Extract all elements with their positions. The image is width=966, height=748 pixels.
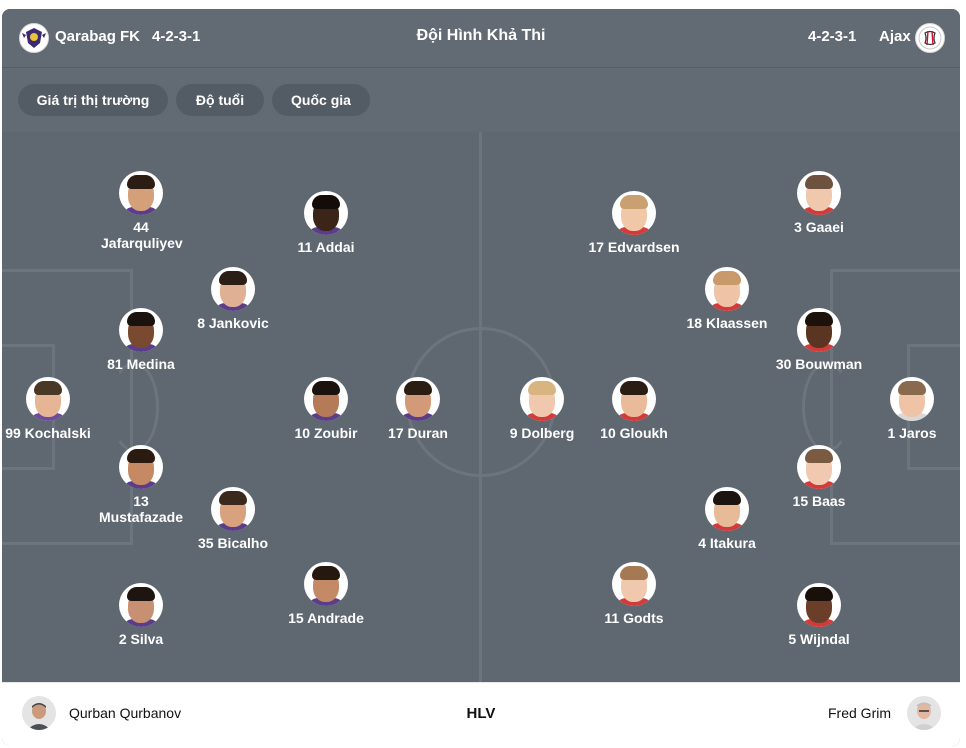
player-away-10[interactable]: 11 Godts xyxy=(574,562,694,626)
player-avatar xyxy=(705,487,749,531)
player-away-11[interactable]: 9 Dolberg xyxy=(482,377,602,441)
player-avatar xyxy=(211,267,255,311)
coach-label: HLV xyxy=(466,705,496,722)
player-avatar xyxy=(612,191,656,235)
tab-nationality[interactable]: Quốc gia xyxy=(272,84,370,116)
player-name: 44 Jafarquliyev xyxy=(101,219,183,251)
ajax-crest-icon[interactable] xyxy=(915,23,945,53)
player-avatar xyxy=(890,377,934,421)
player-name: 17 Edvardsen xyxy=(588,239,680,255)
away-coach-name[interactable]: Fred Grim xyxy=(828,705,891,721)
tab-age[interactable]: Độ tuổi xyxy=(176,84,264,116)
player-home-10[interactable]: 15 Andrade xyxy=(266,562,386,626)
player-name: 30 Bouwman xyxy=(775,356,863,372)
player-avatar xyxy=(304,377,348,421)
player-avatar xyxy=(119,583,163,627)
filter-tabs: Giá trị thị trường Độ tuổi Quốc gia xyxy=(2,68,960,132)
player-name: 5 Wijndal xyxy=(788,631,850,647)
away-coach-avatar[interactable] xyxy=(907,696,941,730)
player-avatar xyxy=(119,171,163,215)
player-name: 11 Addai xyxy=(297,239,355,255)
player-home-6[interactable]: 8 Jankovic xyxy=(173,267,293,331)
lineup-header: Qarabag FK 4-2-3-1 Đội Hình Khả Thi 4-2-… xyxy=(2,9,960,68)
player-home-11[interactable]: 17 Duran xyxy=(358,377,478,441)
player-name: 35 Bicalho xyxy=(197,535,269,551)
player-name: 81 Medina xyxy=(107,356,175,372)
player-avatar xyxy=(119,445,163,489)
player-name: 15 Andrade xyxy=(288,610,364,626)
player-avatar xyxy=(520,377,564,421)
player-name: 99 Kochalski xyxy=(5,425,91,441)
player-name: 4 Itakura xyxy=(698,535,756,551)
player-avatar xyxy=(612,377,656,421)
player-away-5[interactable]: 5 Wijndal xyxy=(759,583,879,647)
player-away-2[interactable]: 3 Gaaei xyxy=(759,171,879,235)
player-name: 2 Silva xyxy=(118,631,164,647)
player-name: 9 Dolberg xyxy=(509,425,575,441)
tab-market-value[interactable]: Giá trị thị trường xyxy=(18,84,168,116)
player-avatar xyxy=(705,267,749,311)
away-penalty-arc xyxy=(802,362,852,452)
coach-footer: Qurban Qurbanov HLV Fred Grim xyxy=(2,682,960,746)
player-home-7[interactable]: 35 Bicalho xyxy=(173,487,293,551)
player-avatar xyxy=(26,377,70,421)
player-avatar xyxy=(211,487,255,531)
player-name: 1 Jaros xyxy=(887,425,937,441)
away-team-name[interactable]: Ajax xyxy=(879,28,911,45)
player-home-5[interactable]: 2 Silva xyxy=(81,583,201,647)
player-home-1[interactable]: 99 Kochalski xyxy=(2,377,108,441)
player-avatar xyxy=(304,562,348,606)
player-avatar xyxy=(797,583,841,627)
player-name: 3 Gaaei xyxy=(794,219,844,235)
lineup-card: Qarabag FK 4-2-3-1 Đội Hình Khả Thi 4-2-… xyxy=(2,9,960,746)
player-name: 11 Godts xyxy=(604,610,664,626)
player-away-8[interactable]: 17 Edvardsen xyxy=(574,191,694,255)
player-home-2[interactable]: 44 Jafarquliyev xyxy=(81,171,201,251)
player-away-6[interactable]: 18 Klaassen xyxy=(667,267,787,331)
player-name: 8 Jankovic xyxy=(197,315,269,331)
player-avatar xyxy=(304,191,348,235)
player-avatar xyxy=(612,562,656,606)
player-name: 18 Klaassen xyxy=(686,315,768,331)
player-avatar xyxy=(797,445,841,489)
player-home-8[interactable]: 11 Addai xyxy=(266,191,386,255)
player-away-1[interactable]: 1 Jaros xyxy=(852,377,960,441)
home-penalty-arc xyxy=(109,362,159,452)
player-avatar xyxy=(396,377,440,421)
away-formation: 4-2-3-1 xyxy=(808,28,857,45)
player-avatar xyxy=(797,308,841,352)
pitch: 99 Kochalski 44 Jafarquliyev 81 Medina 1… xyxy=(2,132,960,682)
player-avatar xyxy=(119,308,163,352)
player-name: 17 Duran xyxy=(388,425,448,441)
player-away-7[interactable]: 4 Itakura xyxy=(667,487,787,551)
player-avatar xyxy=(797,171,841,215)
